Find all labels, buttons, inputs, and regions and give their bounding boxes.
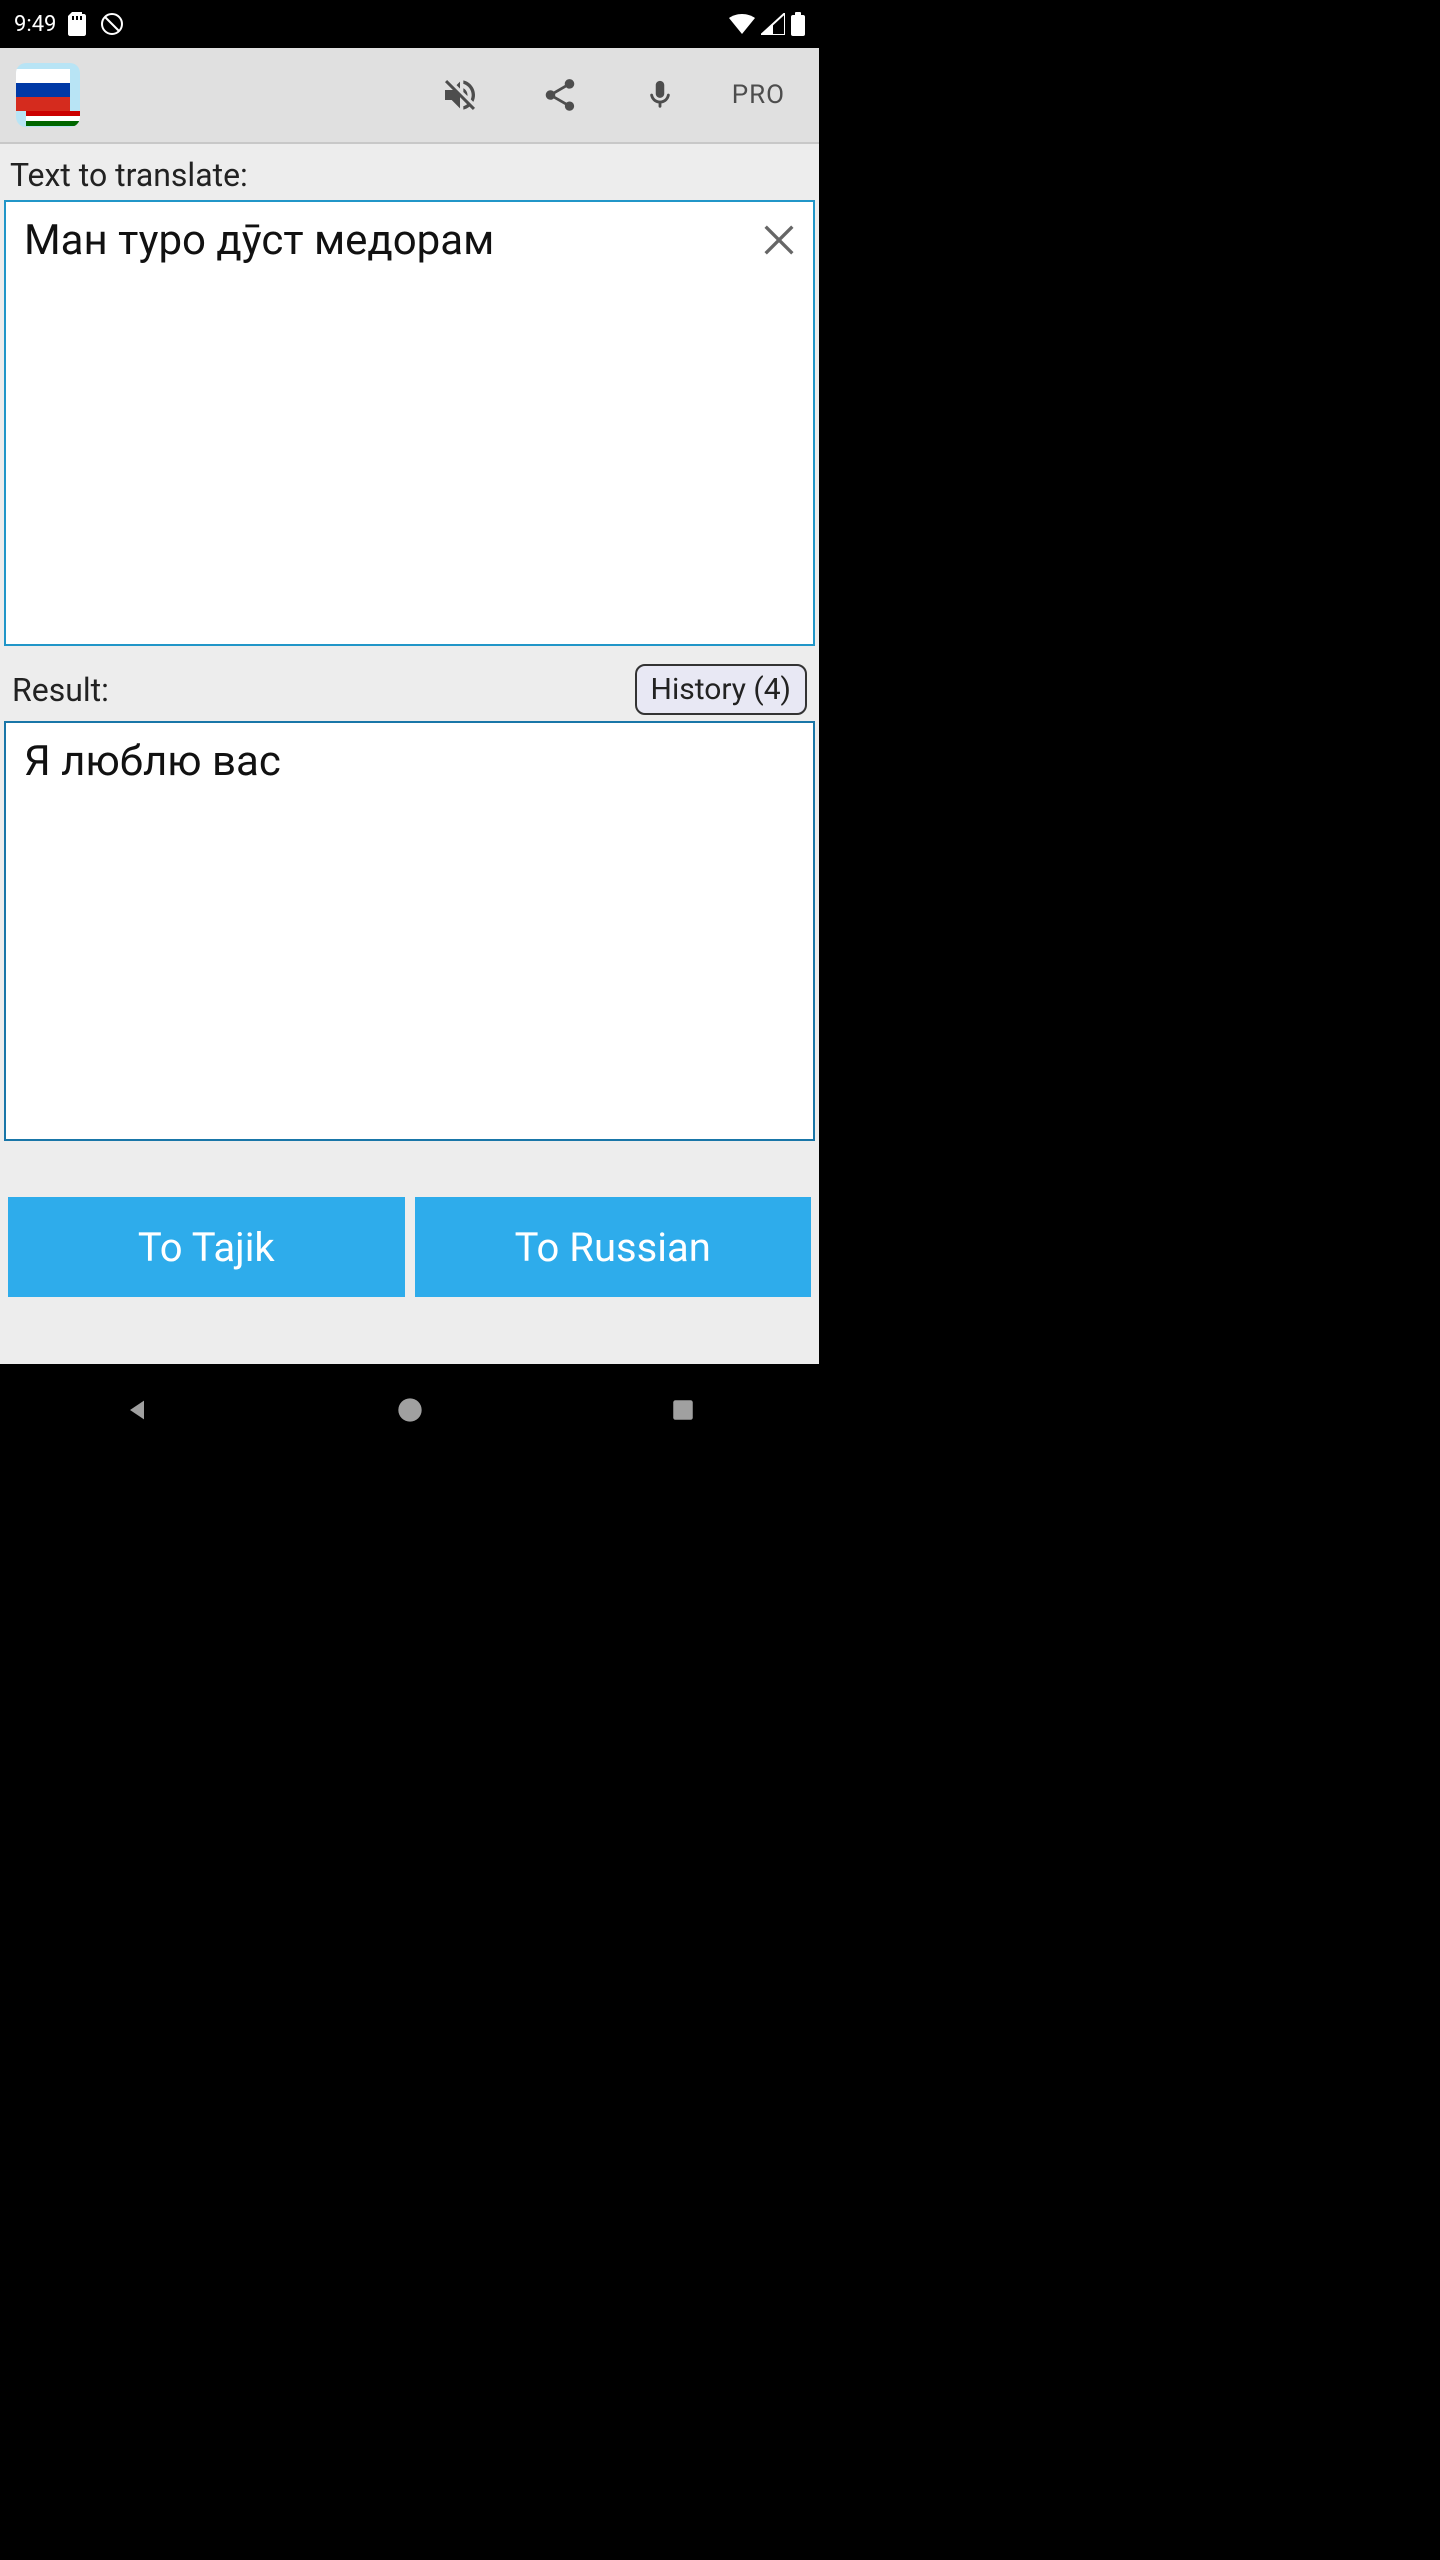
status-bar: 9:49 [0,0,819,48]
to-tajik-button[interactable]: To Tajik [8,1197,405,1297]
result-box[interactable]: Я люблю вас [4,721,815,1141]
sd-card-icon [68,12,88,36]
toolbar: PRO [0,48,819,144]
signal-icon [761,13,785,35]
result-text: Я люблю вас [24,737,795,786]
main-area: Text to translate: Ман туро дӯст медорам… [0,144,819,1364]
nav-bar [0,1364,819,1456]
input-text[interactable]: Ман туро дӯст медорам [24,216,745,265]
status-time: 9:49 [14,12,56,37]
home-button[interactable] [390,1390,430,1430]
history-button[interactable]: History (4) [635,664,807,715]
wifi-icon [729,14,755,34]
recent-button[interactable] [663,1390,703,1430]
to-russian-button[interactable]: To Russian [415,1197,812,1297]
dnd-icon [100,12,124,36]
mic-icon[interactable] [632,67,688,123]
app-content: PRO Text to translate: Ман туро дӯст мед… [0,48,819,1364]
battery-icon [791,12,805,36]
clear-button[interactable] [759,220,799,260]
translate-buttons: To Tajik To Russian [4,1141,815,1309]
result-label: Result: [12,671,109,709]
input-label: Text to translate: [4,150,815,200]
pro-button[interactable]: PRO [732,80,785,110]
result-header: Result: History (4) [4,658,815,721]
status-left: 9:49 [14,12,124,37]
back-button[interactable] [117,1390,157,1430]
mute-icon[interactable] [432,67,488,123]
share-icon[interactable] [532,67,588,123]
input-box[interactable]: Ман туро дӯст медорам [4,200,815,646]
status-right [729,12,805,36]
app-icon[interactable] [16,63,80,127]
